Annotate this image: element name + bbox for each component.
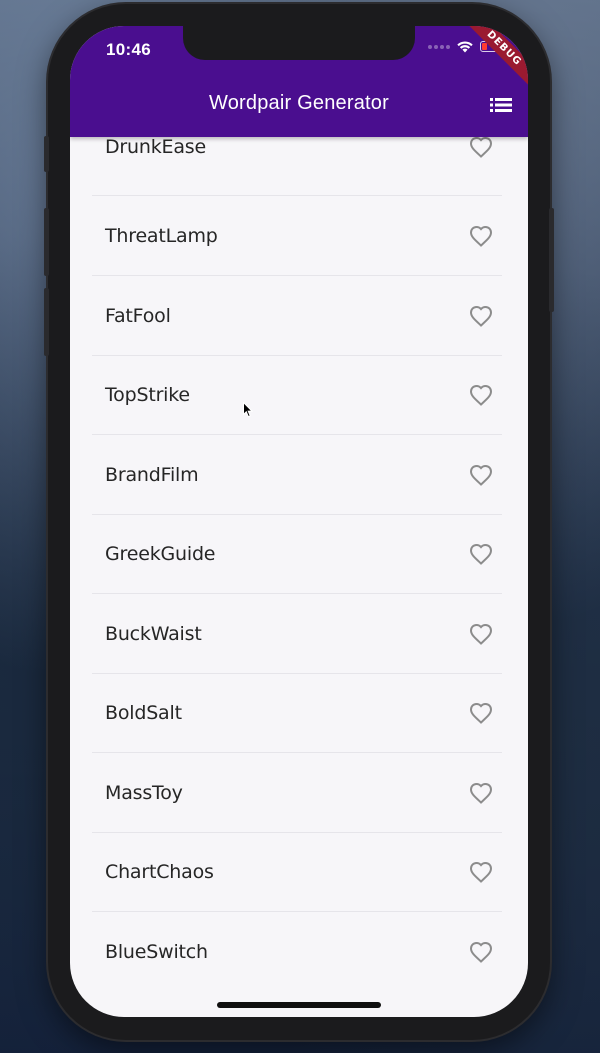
list-divider xyxy=(92,593,502,594)
status-time: 10:46 xyxy=(106,40,151,59)
wordpair-label: DrunkEase xyxy=(105,137,206,158)
phone-silent-switch xyxy=(44,136,49,172)
list-item[interactable]: MassToy xyxy=(92,754,502,832)
app-screen: DEBUG 10:46 Wordpair Generator DrunkEase… xyxy=(70,26,528,1017)
heart-outline-icon[interactable] xyxy=(469,623,493,645)
app-title: Wordpair Generator xyxy=(209,92,389,114)
desktop-background: { "status_bar": { "time": "10:46", "debu… xyxy=(0,0,600,1053)
list-item[interactable]: TopStrike xyxy=(92,356,502,434)
heart-outline-icon[interactable] xyxy=(469,782,493,804)
mouse-cursor-icon xyxy=(243,402,253,418)
list-divider xyxy=(92,275,502,276)
wordpair-label: ThreatLamp xyxy=(105,225,218,247)
wordpair-label: ChartChaos xyxy=(105,861,214,883)
home-indicator[interactable] xyxy=(217,1002,381,1008)
wordpair-list[interactable]: DrunkEase ThreatLamp FatFool TopStrike B… xyxy=(70,137,528,1017)
list-icon[interactable] xyxy=(490,96,512,114)
wordpair-label: BrandFilm xyxy=(105,464,199,486)
heart-outline-icon[interactable] xyxy=(469,941,493,963)
list-divider xyxy=(92,911,502,912)
list-item[interactable]: ChartChaos xyxy=(92,833,502,911)
wordpair-label: BoldSalt xyxy=(105,702,182,724)
wifi-icon xyxy=(457,41,473,53)
list-divider xyxy=(92,752,502,753)
cellular-signal-icon xyxy=(428,44,450,49)
wordpair-label: FatFool xyxy=(105,305,171,327)
list-item[interactable]: BrandFilm xyxy=(92,436,502,514)
list-item[interactable]: BlueSwitch xyxy=(92,913,502,991)
list-item[interactable]: BuckWaist xyxy=(92,595,502,673)
heart-outline-icon[interactable] xyxy=(469,702,493,724)
phone-volume-down-button xyxy=(44,288,49,356)
list-item[interactable]: DrunkEase xyxy=(92,137,502,186)
phone-notch xyxy=(183,26,415,60)
wordpair-label: BuckWaist xyxy=(105,623,202,645)
heart-outline-icon[interactable] xyxy=(469,464,493,486)
heart-outline-icon[interactable] xyxy=(469,861,493,883)
heart-outline-icon[interactable] xyxy=(469,543,493,565)
list-item[interactable]: FatFool xyxy=(92,277,502,355)
wordpair-label: GreekGuide xyxy=(105,543,216,565)
wordpair-label: BlueSwitch xyxy=(105,941,208,963)
list-item[interactable]: ThreatLamp xyxy=(92,197,502,275)
wordpair-label: MassToy xyxy=(105,782,183,804)
phone-volume-up-button xyxy=(44,208,49,276)
list-item[interactable]: GreekGuide xyxy=(92,515,502,593)
heart-outline-icon[interactable] xyxy=(469,137,493,158)
list-divider xyxy=(92,195,502,196)
wordpair-label: TopStrike xyxy=(105,384,190,406)
list-item[interactable]: BoldSalt xyxy=(92,674,502,752)
heart-outline-icon[interactable] xyxy=(469,384,493,406)
heart-outline-icon[interactable] xyxy=(469,225,493,247)
phone-power-button xyxy=(549,208,554,312)
heart-outline-icon[interactable] xyxy=(469,305,493,327)
list-divider xyxy=(92,434,502,435)
